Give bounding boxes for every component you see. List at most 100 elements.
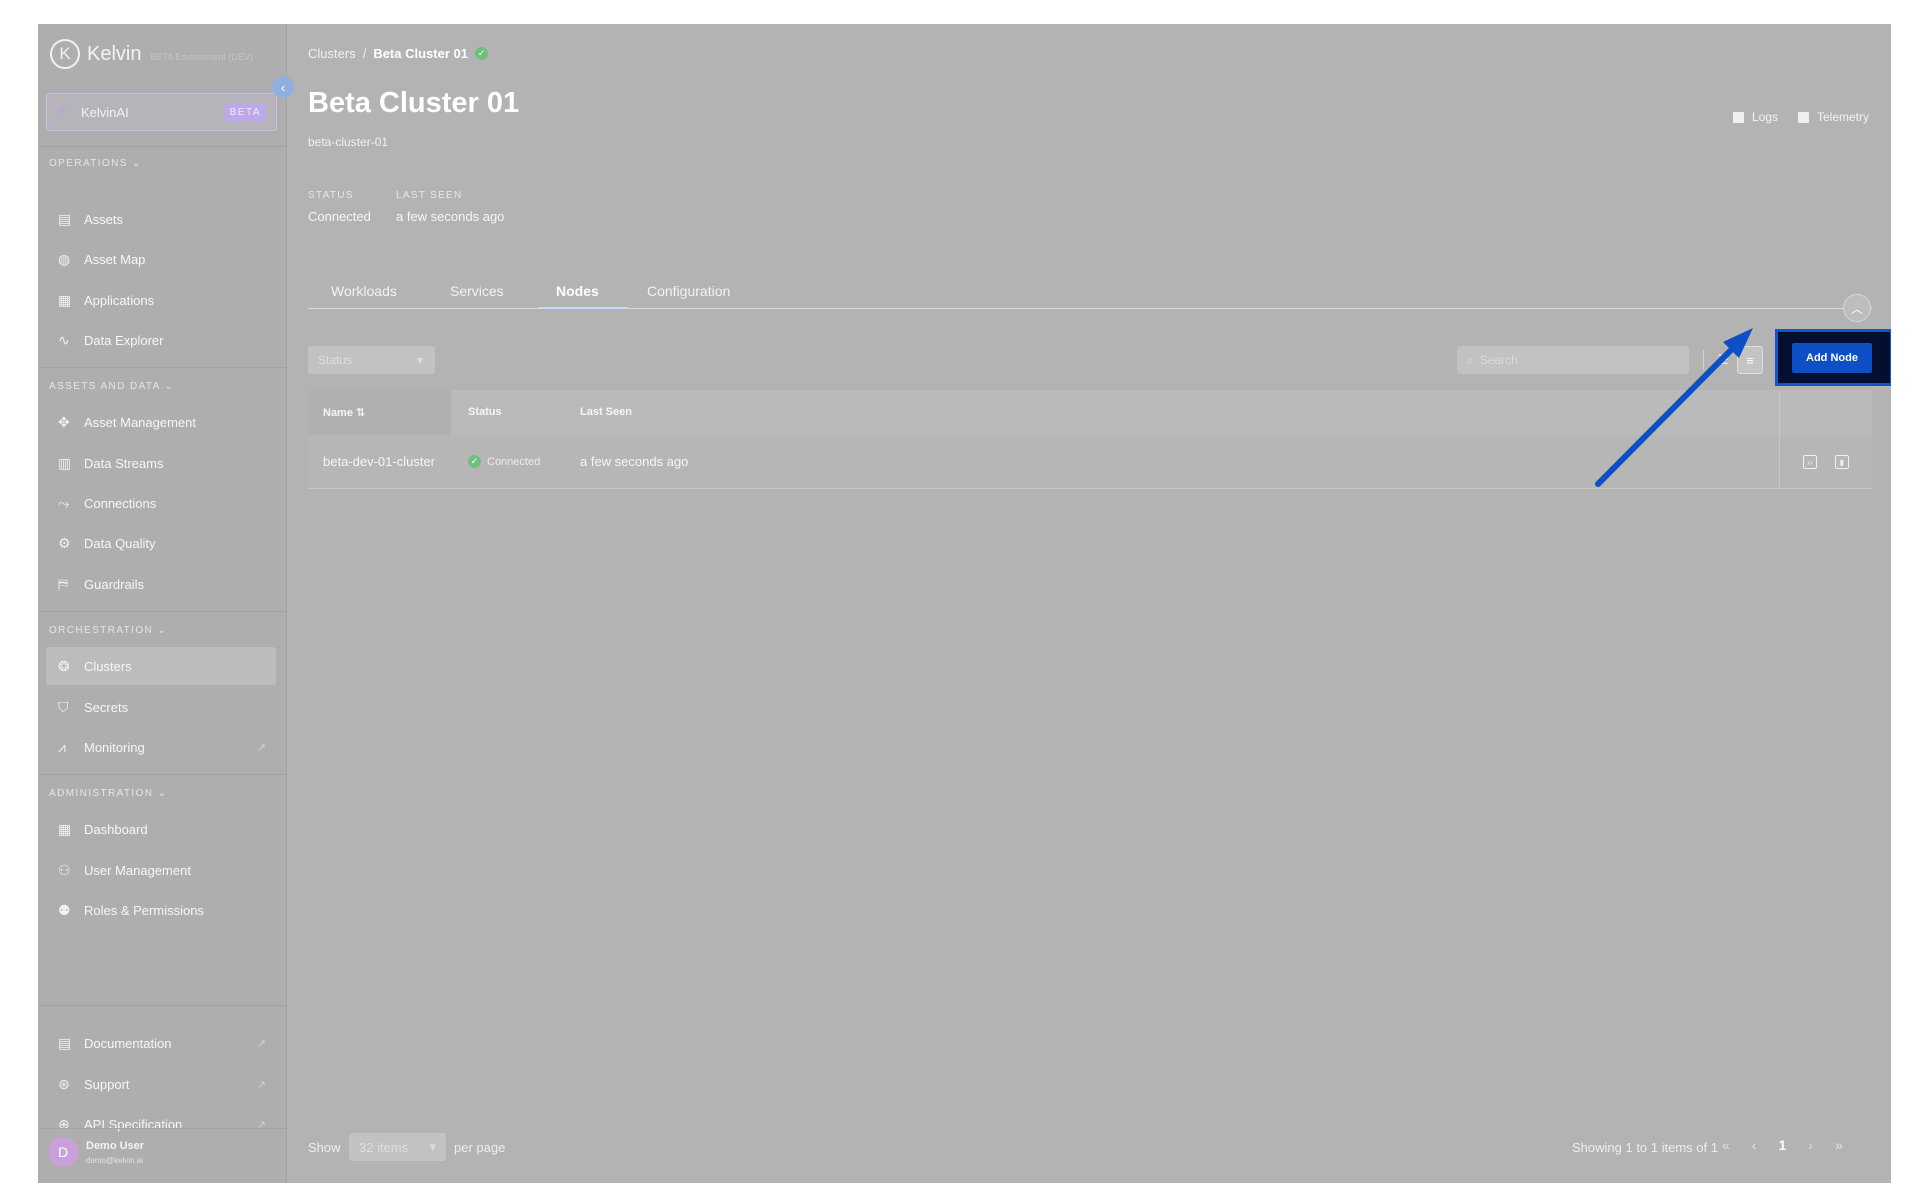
- sidebar-item-monitoring[interactable]: ⩘ Monitoring ↗: [46, 728, 276, 766]
- brand-name: Kelvin: [87, 42, 142, 65]
- sidebar-item-applications[interactable]: ▦ Applications: [46, 281, 276, 319]
- kelvin-logo-icon: K: [50, 39, 80, 69]
- page-subtitle: beta-cluster-01: [308, 135, 389, 149]
- node-status: ✓ Connected: [468, 455, 540, 468]
- main-content: Clusters / Beta Cluster 01 ✓ Beta Cluste…: [288, 24, 1891, 1183]
- last-seen-meta: LAST SEEN a few seconds ago: [396, 190, 504, 224]
- search-input[interactable]: ⌕ Search: [1457, 346, 1689, 374]
- logs-button[interactable]: Logs: [1732, 110, 1778, 124]
- external-link-icon: ↗: [256, 741, 266, 754]
- user-email: demo@kelvin.ai: [86, 1155, 144, 1165]
- divider: [38, 146, 287, 147]
- sort-icon: ⇅: [356, 407, 366, 419]
- shield-icon: ⛉: [58, 698, 69, 715]
- status-meta: STATUS Connected: [308, 190, 371, 224]
- page-title: Beta Cluster 01: [308, 87, 520, 119]
- per-page-label: per page: [454, 1140, 506, 1155]
- showing-count: Showing 1 to 1 items of 1: [1572, 1140, 1718, 1155]
- code-icon[interactable]: ‹›: [1803, 455, 1817, 469]
- kelvin-ai-button[interactable]: ✦ KelvinAI BETA: [46, 93, 277, 131]
- chart-icon[interactable]: ▮: [1835, 455, 1849, 469]
- breadcrumb-current: Beta Cluster 01: [373, 46, 468, 61]
- nodes-table: Name ⇅ Status Last Seen beta-dev-01-clus…: [308, 390, 1872, 489]
- sidebar-item-assets[interactable]: ▤ Assets: [46, 200, 276, 238]
- prev-page-icon[interactable]: ‹: [1752, 1137, 1757, 1153]
- sidebar-item-asset-map[interactable]: ◍ Asset Map: [46, 240, 276, 278]
- sidebar-item-secrets[interactable]: ⛉ Secrets: [46, 688, 276, 726]
- user-profile[interactable]: D Demo User demo@kelvin.ai: [48, 1137, 144, 1167]
- barrier-icon: ⛿: [58, 575, 69, 592]
- sidebar-item-connections[interactable]: ⤳ Connections: [46, 484, 276, 522]
- tab-workloads[interactable]: Workloads: [331, 283, 397, 299]
- sidebar-item-guardrails[interactable]: ⛿ Guardrails: [46, 565, 276, 603]
- list-view-button[interactable]: ☰: [1710, 346, 1736, 374]
- divider: [38, 1005, 287, 1006]
- node-name[interactable]: beta-dev-01-cluster: [323, 454, 435, 469]
- section-operations[interactable]: OPERATIONS ⌄: [49, 158, 142, 169]
- section-orchestration[interactable]: ORCHESTRATION ⌄: [49, 625, 167, 636]
- tab-bar: Workloads Services Nodes Configuration: [308, 271, 1872, 309]
- first-page-icon[interactable]: «: [1722, 1137, 1730, 1153]
- sidebar-item-user-management[interactable]: ⚇ User Management: [46, 851, 276, 889]
- tab-nodes[interactable]: Nodes: [556, 283, 599, 299]
- actions-column-header: [1779, 390, 1872, 435]
- sidebar-item-data-quality[interactable]: ⚙ Data Quality: [46, 524, 276, 562]
- collapse-header-button[interactable]: ︿: [1843, 294, 1871, 322]
- section-assets-and-data[interactable]: ASSETS AND DATA ⌄: [49, 381, 174, 392]
- status-label: STATUS: [308, 190, 354, 201]
- row-actions: ‹› ▮: [1779, 435, 1872, 489]
- roles-icon: ⚉: [58, 901, 71, 918]
- tab-configuration[interactable]: Configuration: [647, 283, 730, 299]
- header-actions: Logs Telemetry: [1732, 110, 1869, 124]
- sidebar: K Kelvin BETA Environment (DEV) ✦ Kelvin…: [38, 24, 287, 1183]
- logs-icon: [1732, 111, 1744, 123]
- api-icon: ⊕: [58, 1115, 70, 1132]
- list-icon: ☰: [1717, 352, 1729, 367]
- column-name[interactable]: Name ⇅: [323, 406, 365, 419]
- gear-icon: ⚙: [58, 534, 71, 551]
- sidebar-item-roles-permissions[interactable]: ⚉ Roles & Permissions: [46, 891, 276, 929]
- pulse-icon: ∿: [58, 331, 70, 348]
- show-label: Show: [308, 1140, 341, 1155]
- telemetry-button[interactable]: Telemetry: [1797, 110, 1869, 124]
- divider: [38, 611, 287, 612]
- environment-label: BETA Environment (DEV): [150, 52, 253, 62]
- external-link-icon: ↗: [256, 1078, 266, 1091]
- last-page-icon[interactable]: »: [1835, 1137, 1843, 1153]
- section-administration[interactable]: ADMINISTRATION ⌄: [49, 788, 167, 799]
- sidebar-item-data-streams[interactable]: ▥ Data Streams: [46, 444, 276, 482]
- search-icon: ⌕: [1467, 352, 1474, 367]
- status-filter-select[interactable]: Status ▾: [308, 346, 435, 374]
- cluster-icon: ❂: [58, 657, 70, 674]
- sidebar-item-support[interactable]: ⊛ Support ↗: [46, 1065, 276, 1103]
- tab-services[interactable]: Services: [450, 283, 504, 299]
- current-page[interactable]: 1: [1778, 1137, 1786, 1153]
- lifebuoy-icon: ⊛: [58, 1075, 70, 1092]
- status-value: Connected: [308, 209, 371, 224]
- sidebar-item-dashboard[interactable]: ▦ Dashboard: [46, 810, 276, 848]
- table-row[interactable]: beta-dev-01-cluster ✓ Connected a few se…: [308, 435, 1872, 489]
- user-name: Demo User: [86, 1139, 145, 1152]
- users-icon: ⚇: [58, 861, 71, 878]
- breadcrumb-clusters-link[interactable]: Clusters: [308, 46, 356, 61]
- pagination-footer: Show 32 items ▾ per page Showing 1 to 1 …: [308, 1133, 1872, 1161]
- connected-check-icon: ✓: [474, 47, 488, 60]
- sidebar-item-documentation[interactable]: ▤ Documentation ↗: [46, 1024, 276, 1062]
- document-icon: ▤: [58, 1034, 72, 1051]
- divider: [38, 1128, 287, 1129]
- sidebar-item-clusters[interactable]: ❂ Clusters: [46, 647, 276, 685]
- brand[interactable]: K Kelvin BETA Environment (DEV): [50, 38, 253, 70]
- caret-down-icon: ▾: [429, 1139, 436, 1154]
- sparkle-icon: ✦: [57, 104, 68, 119]
- next-page-icon[interactable]: ›: [1808, 1137, 1813, 1153]
- add-node-highlight: Add Node: [1775, 329, 1891, 386]
- compact-view-button[interactable]: ≡: [1737, 346, 1763, 374]
- external-link-icon: ↗: [256, 1037, 266, 1050]
- node-last-seen: a few seconds ago: [580, 454, 689, 469]
- add-node-button[interactable]: Add Node: [1792, 343, 1872, 373]
- sidebar-collapse-button[interactable]: ‹: [272, 76, 294, 98]
- per-page-select[interactable]: 32 items ▾: [349, 1133, 446, 1161]
- sidebar-item-data-explorer[interactable]: ∿ Data Explorer: [46, 321, 276, 359]
- sidebar-item-asset-management[interactable]: ✥ Asset Management: [46, 403, 276, 441]
- connections-icon: ⤳: [58, 494, 70, 511]
